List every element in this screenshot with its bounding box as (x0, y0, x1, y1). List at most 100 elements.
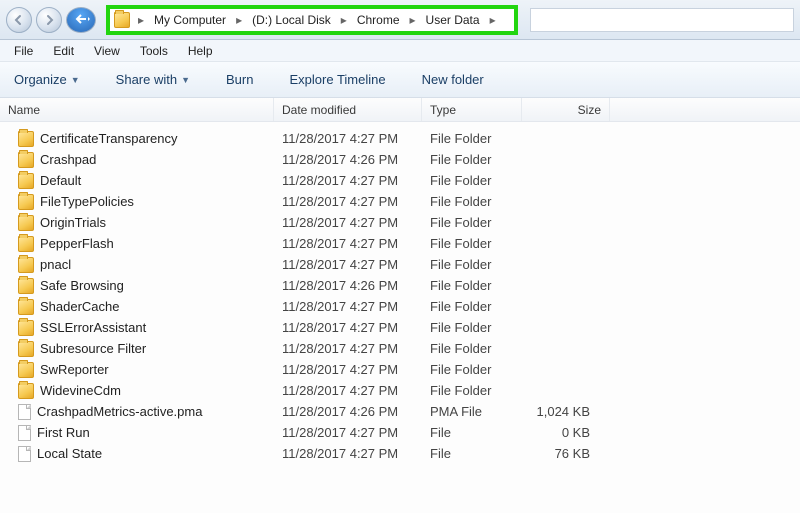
forward-button[interactable] (36, 7, 62, 33)
chevron-right-icon[interactable]: ▸ (337, 13, 351, 27)
list-item[interactable]: WidevineCdm11/28/2017 4:27 PMFile Folder (0, 380, 800, 401)
list-item[interactable]: ShaderCache 11/28/2017 4:27 PMFile Folder (0, 296, 800, 317)
menu-file[interactable]: File (4, 42, 43, 60)
item-type: File Folder (422, 341, 522, 356)
navigation-bar: ▸ My Computer ▸ (D:) Local Disk ▸ Chrome… (0, 0, 800, 40)
folder-icon (18, 131, 34, 147)
list-item[interactable]: Safe Browsing11/28/2017 4:26 PMFile Fold… (0, 275, 800, 296)
item-name: Safe Browsing (40, 278, 124, 293)
item-type: File Folder (422, 236, 522, 251)
folder-icon (18, 173, 34, 189)
item-date: 11/28/2017 4:27 PM (274, 194, 422, 209)
item-type: File Folder (422, 215, 522, 230)
item-name: FileTypePolicies (40, 194, 134, 209)
crumb-local-disk[interactable]: (D:) Local Disk (246, 9, 337, 31)
item-type: File (422, 425, 522, 440)
address-bar[interactable]: ▸ My Computer ▸ (D:) Local Disk ▸ Chrome… (106, 5, 518, 35)
menu-view[interactable]: View (84, 42, 130, 60)
item-date: 11/28/2017 4:27 PM (274, 173, 422, 188)
item-name: CrashpadMetrics-active.pma (37, 404, 202, 419)
list-item[interactable]: Crashpad 11/28/2017 4:26 PMFile Folder (0, 149, 800, 170)
chevron-right-icon[interactable]: ▸ (134, 13, 148, 27)
list-item[interactable]: First Run11/28/2017 4:27 PMFile0 KB (0, 422, 800, 443)
item-date: 11/28/2017 4:27 PM (274, 131, 422, 146)
item-date: 11/28/2017 4:27 PM (274, 362, 422, 377)
item-type: File Folder (422, 299, 522, 314)
column-header-size[interactable]: Size (522, 98, 610, 121)
item-type: File Folder (422, 131, 522, 146)
item-date: 11/28/2017 4:27 PM (274, 425, 422, 440)
file-list: CertificateTransparency 11/28/2017 4:27 P… (0, 122, 800, 464)
item-name: CertificateTransparency (40, 131, 178, 146)
column-headers: Name Date modified Type Size (0, 98, 800, 122)
item-date: 11/28/2017 4:27 PM (274, 320, 422, 335)
column-header-name[interactable]: Name (0, 98, 274, 121)
column-header-type[interactable]: Type (422, 98, 522, 121)
search-box[interactable] (530, 8, 794, 32)
item-type: PMA File (422, 404, 522, 419)
list-item[interactable]: FileTypePolicies11/28/2017 4:27 PMFile F… (0, 191, 800, 212)
chevron-right-icon[interactable]: ▸ (406, 13, 420, 27)
item-name: Subresource Filter (40, 341, 146, 356)
item-name: First Run (37, 425, 90, 440)
organize-label: Organize (14, 72, 67, 87)
burn-button[interactable]: Burn (220, 68, 259, 91)
breadcrumb[interactable]: ▸ My Computer ▸ (D:) Local Disk ▸ Chrome… (106, 5, 518, 35)
file-icon (18, 404, 31, 420)
item-type: File Folder (422, 383, 522, 398)
menu-edit[interactable]: Edit (43, 42, 84, 60)
list-item[interactable]: SwReporter11/28/2017 4:27 PMFile Folder (0, 359, 800, 380)
file-icon (18, 425, 31, 441)
list-item[interactable]: OriginTrials 11/28/2017 4:27 PMFile Folde… (0, 212, 800, 233)
share-with-button[interactable]: Share with ▼ (110, 68, 196, 91)
folder-icon (18, 257, 34, 273)
crumb-chrome[interactable]: Chrome (351, 9, 406, 31)
recent-locations-button[interactable] (66, 7, 96, 33)
item-date: 11/28/2017 4:27 PM (274, 383, 422, 398)
list-item[interactable]: pnacl11/28/2017 4:27 PMFile Folder (0, 254, 800, 275)
file-icon (18, 446, 31, 462)
folder-icon (18, 236, 34, 252)
chevron-right-icon[interactable]: ▸ (486, 13, 500, 27)
item-date: 11/28/2017 4:26 PM (274, 152, 422, 167)
list-item[interactable]: SSLErrorAssistant11/28/2017 4:27 PMFile … (0, 317, 800, 338)
explore-timeline-button[interactable]: Explore Timeline (283, 68, 391, 91)
list-item[interactable]: Local State11/28/2017 4:27 PMFile76 KB (0, 443, 800, 464)
item-date: 11/28/2017 4:27 PM (274, 299, 422, 314)
item-date: 11/28/2017 4:27 PM (274, 236, 422, 251)
item-date: 11/28/2017 4:27 PM (274, 215, 422, 230)
item-name: PepperFlash (40, 236, 114, 251)
organize-button[interactable]: Organize ▼ (8, 68, 86, 91)
crumb-my-computer[interactable]: My Computer (148, 9, 232, 31)
list-item[interactable]: Default11/28/2017 4:27 PMFile Folder (0, 170, 800, 191)
item-type: File Folder (422, 152, 522, 167)
list-item[interactable]: CrashpadMetrics-active.pma11/28/2017 4:2… (0, 401, 800, 422)
chevron-right-icon[interactable]: ▸ (232, 13, 246, 27)
item-date: 11/28/2017 4:27 PM (274, 446, 422, 461)
folder-icon (18, 362, 34, 378)
back-button[interactable] (6, 7, 32, 33)
folder-icon (18, 383, 34, 399)
item-name: ShaderCache (40, 299, 120, 314)
folder-icon (18, 152, 34, 168)
column-header-date[interactable]: Date modified (274, 98, 422, 121)
folder-icon (114, 12, 130, 28)
menu-tools[interactable]: Tools (130, 42, 178, 60)
folder-icon (18, 215, 34, 231)
item-name: Crashpad (40, 152, 96, 167)
folder-icon (18, 194, 34, 210)
menu-help[interactable]: Help (178, 42, 223, 60)
list-item[interactable]: PepperFlash 11/28/2017 4:27 PMFile Folder (0, 233, 800, 254)
item-type: File Folder (422, 257, 522, 272)
item-name: OriginTrials (40, 215, 106, 230)
item-size: 1,024 KB (522, 404, 610, 419)
item-type: File Folder (422, 320, 522, 335)
list-item[interactable]: Subresource Filter11/28/2017 4:27 PMFile… (0, 338, 800, 359)
item-type: File Folder (422, 173, 522, 188)
folder-icon (18, 299, 34, 315)
chevron-down-icon: ▼ (181, 75, 190, 85)
share-label: Share with (116, 72, 177, 87)
new-folder-button[interactable]: New folder (416, 68, 490, 91)
list-item[interactable]: CertificateTransparency 11/28/2017 4:27 P… (0, 128, 800, 149)
crumb-user-data[interactable]: User Data (420, 9, 486, 31)
